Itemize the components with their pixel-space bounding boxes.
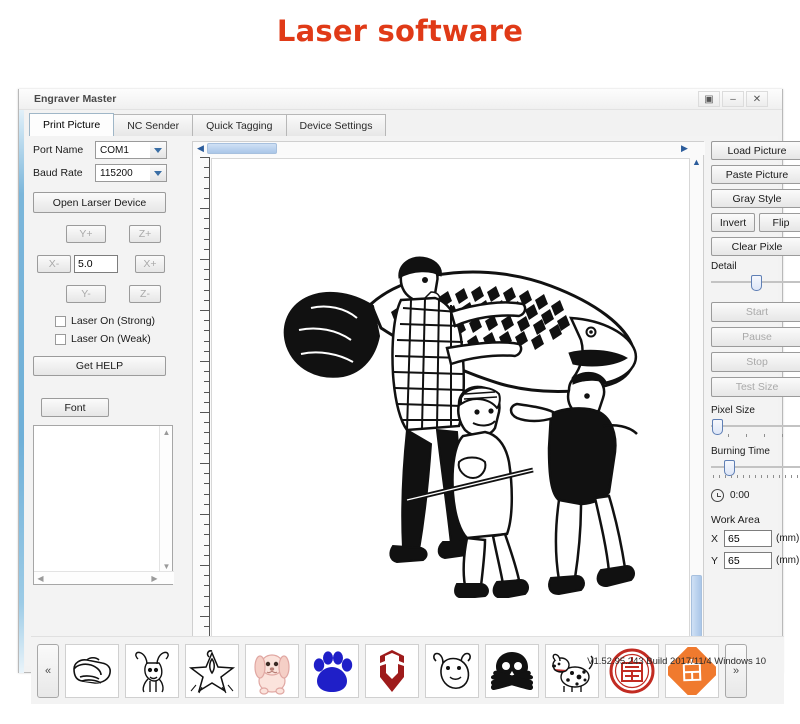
close-button[interactable]: ✕ bbox=[746, 91, 768, 107]
pixel-size-slider-ticks bbox=[711, 434, 800, 438]
load-picture-button[interactable]: Load Picture bbox=[711, 141, 800, 160]
chevron-up-icon[interactable]: ▲ bbox=[691, 156, 702, 167]
laser-weak-row[interactable]: Laser On (Weak) bbox=[55, 333, 185, 345]
canvas-hscroll-thumb[interactable] bbox=[207, 143, 277, 154]
canvas-paper[interactable] bbox=[211, 158, 690, 647]
jog-control-pad: Y+ Z+ X- 5.0 X+ Y- Z- bbox=[33, 225, 173, 309]
work-area-label: Work Area bbox=[711, 514, 760, 526]
detail-label: Detail bbox=[711, 261, 737, 272]
laser-weak-label: Laser On (Weak) bbox=[71, 333, 151, 345]
paste-picture-button[interactable]: Paste Picture bbox=[711, 165, 800, 184]
work-area-y-input[interactable]: 65 bbox=[724, 552, 772, 569]
minimize-button[interactable]: – bbox=[722, 91, 744, 107]
vertical-ruler bbox=[199, 157, 210, 648]
laser-weak-checkbox[interactable] bbox=[55, 333, 66, 345]
panel-body: Port Name COM1 Baud Rate 115200 Open Lar… bbox=[25, 136, 800, 704]
chevron-down-icon[interactable] bbox=[150, 165, 166, 181]
detail-slider-thumb[interactable] bbox=[751, 275, 762, 291]
text-input-area[interactable]: ▲ ▼ ◀ ▶ bbox=[33, 425, 174, 585]
burning-time-slider-ticks bbox=[711, 475, 800, 479]
invert-flip-group: Invert Flip bbox=[711, 213, 800, 232]
font-button[interactable]: Font bbox=[41, 398, 109, 417]
tab-print-picture[interactable]: Print Picture bbox=[29, 113, 115, 136]
port-name-row: Port Name COM1 bbox=[33, 141, 185, 159]
tab-bar: Print Picture NC Sender Quick Tagging De… bbox=[29, 113, 774, 137]
jog-x-minus-button[interactable]: X- bbox=[37, 255, 71, 273]
left-control-panel: Port Name COM1 Baud Rate 115200 Open Lar… bbox=[33, 141, 185, 663]
tab-nc-sender[interactable]: NC Sender bbox=[113, 114, 194, 136]
flip-button[interactable]: Flip bbox=[759, 213, 800, 232]
chevron-left-icon[interactable]: ◀ bbox=[195, 143, 206, 154]
tab-device-settings[interactable]: Device Settings bbox=[285, 114, 387, 136]
jog-x-plus-button[interactable]: X+ bbox=[135, 255, 165, 273]
work-area-y-row: Y 65 (mm) bbox=[711, 552, 800, 569]
pixel-size-slider[interactable] bbox=[711, 418, 800, 438]
window-controls: ▣ – ✕ bbox=[698, 91, 776, 107]
work-area-x-axis-label: X bbox=[711, 532, 719, 545]
tab-quick-tagging[interactable]: Quick Tagging bbox=[192, 114, 287, 136]
textarea-vertical-scrollbar[interactable]: ▲ ▼ bbox=[159, 426, 172, 573]
invert-button[interactable]: Invert bbox=[711, 213, 755, 232]
pixel-size-slider-track bbox=[711, 425, 800, 427]
test-size-button[interactable]: Test Size bbox=[711, 377, 800, 397]
canvas-vscroll-thumb[interactable] bbox=[691, 575, 702, 637]
pixel-size-label: Pixel Size bbox=[711, 405, 755, 416]
baud-rate-value: 115200 bbox=[100, 167, 133, 179]
clear-pixle-button[interactable]: Clear Pixle bbox=[711, 237, 800, 256]
laser-strong-label: Laser On (Strong) bbox=[71, 315, 156, 327]
page-title: Laser software bbox=[276, 14, 524, 48]
baud-rate-select[interactable]: 115200 bbox=[95, 164, 167, 182]
version-status-text: V1.52.95.243 Build 2017/11/4 Windows 10 bbox=[587, 656, 766, 667]
work-area-y-unit: (mm) bbox=[776, 555, 800, 566]
port-name-select[interactable]: COM1 bbox=[95, 141, 167, 159]
burning-time-slider-thumb[interactable] bbox=[724, 460, 735, 476]
application-window: Engraver Master ▣ – ✕ Print Picture NC S… bbox=[18, 89, 800, 704]
laser-strong-row[interactable]: Laser On (Strong) bbox=[55, 315, 185, 327]
work-area-y-axis-label: Y bbox=[711, 554, 719, 567]
burning-time-slider[interactable] bbox=[711, 459, 800, 479]
window-left-accent-strip bbox=[19, 89, 24, 673]
gray-style-button[interactable]: Gray Style bbox=[711, 189, 800, 208]
start-button[interactable]: Start bbox=[711, 302, 800, 322]
work-area-x-row: X 65 (mm) bbox=[711, 530, 800, 547]
titlebar-spacer bbox=[770, 91, 776, 107]
chevron-right-icon[interactable]: ▶ bbox=[148, 572, 161, 585]
detail-slider[interactable] bbox=[711, 274, 800, 294]
clock-icon bbox=[711, 489, 724, 502]
textarea-horizontal-scrollbar[interactable]: ◀ ▶ bbox=[34, 571, 174, 584]
laser-strong-checkbox[interactable] bbox=[55, 315, 66, 327]
port-name-value: COM1 bbox=[100, 144, 129, 156]
port-name-label: Port Name bbox=[33, 144, 84, 156]
window-titlebar: Engraver Master ▣ – ✕ bbox=[19, 89, 782, 110]
work-area-x-input[interactable]: 65 bbox=[724, 530, 772, 547]
baud-rate-label: Baud Rate bbox=[33, 167, 83, 179]
pixel-size-slider-thumb[interactable] bbox=[712, 419, 723, 435]
work-area-x-unit: (mm) bbox=[776, 533, 800, 544]
jog-step-input[interactable]: 5.0 bbox=[74, 255, 118, 273]
chevron-down-icon[interactable] bbox=[150, 142, 166, 158]
timer-row: 0:00 bbox=[711, 489, 800, 502]
right-control-panel: Load Picture Paste Picture Gray Style In… bbox=[711, 141, 800, 663]
chevron-left-icon[interactable]: ◀ bbox=[34, 572, 47, 585]
jog-y-plus-button[interactable]: Y+ bbox=[66, 225, 106, 243]
open-laser-device-button[interactable]: Open Larser Device bbox=[33, 192, 166, 213]
artwork-image bbox=[250, 207, 651, 598]
jog-z-plus-button[interactable]: Z+ bbox=[129, 225, 161, 243]
stop-button[interactable]: Stop bbox=[711, 352, 800, 372]
chevron-right-icon[interactable]: ▶ bbox=[679, 143, 690, 154]
window-title: Engraver Master bbox=[34, 93, 117, 105]
pause-button[interactable]: Pause bbox=[711, 327, 800, 347]
timer-value: 0:00 bbox=[730, 490, 750, 501]
baud-rate-row: Baud Rate 115200 bbox=[33, 164, 185, 182]
canvas-horizontal-scrollbar[interactable]: ◀ ▶ bbox=[193, 142, 705, 155]
chevron-up-icon[interactable]: ▲ bbox=[160, 426, 173, 439]
jog-y-minus-button[interactable]: Y- bbox=[66, 285, 106, 303]
picture-canvas-area[interactable]: ◀ ▶ ▲ ▼ bbox=[192, 141, 705, 664]
canvas-vertical-scrollbar[interactable]: ▲ ▼ bbox=[690, 155, 703, 664]
jog-z-minus-button[interactable]: Z- bbox=[129, 285, 161, 303]
burning-time-label: Burning Time bbox=[711, 446, 770, 457]
get-help-button[interactable]: Get HELP bbox=[33, 356, 166, 376]
restore-button[interactable]: ▣ bbox=[698, 91, 720, 107]
